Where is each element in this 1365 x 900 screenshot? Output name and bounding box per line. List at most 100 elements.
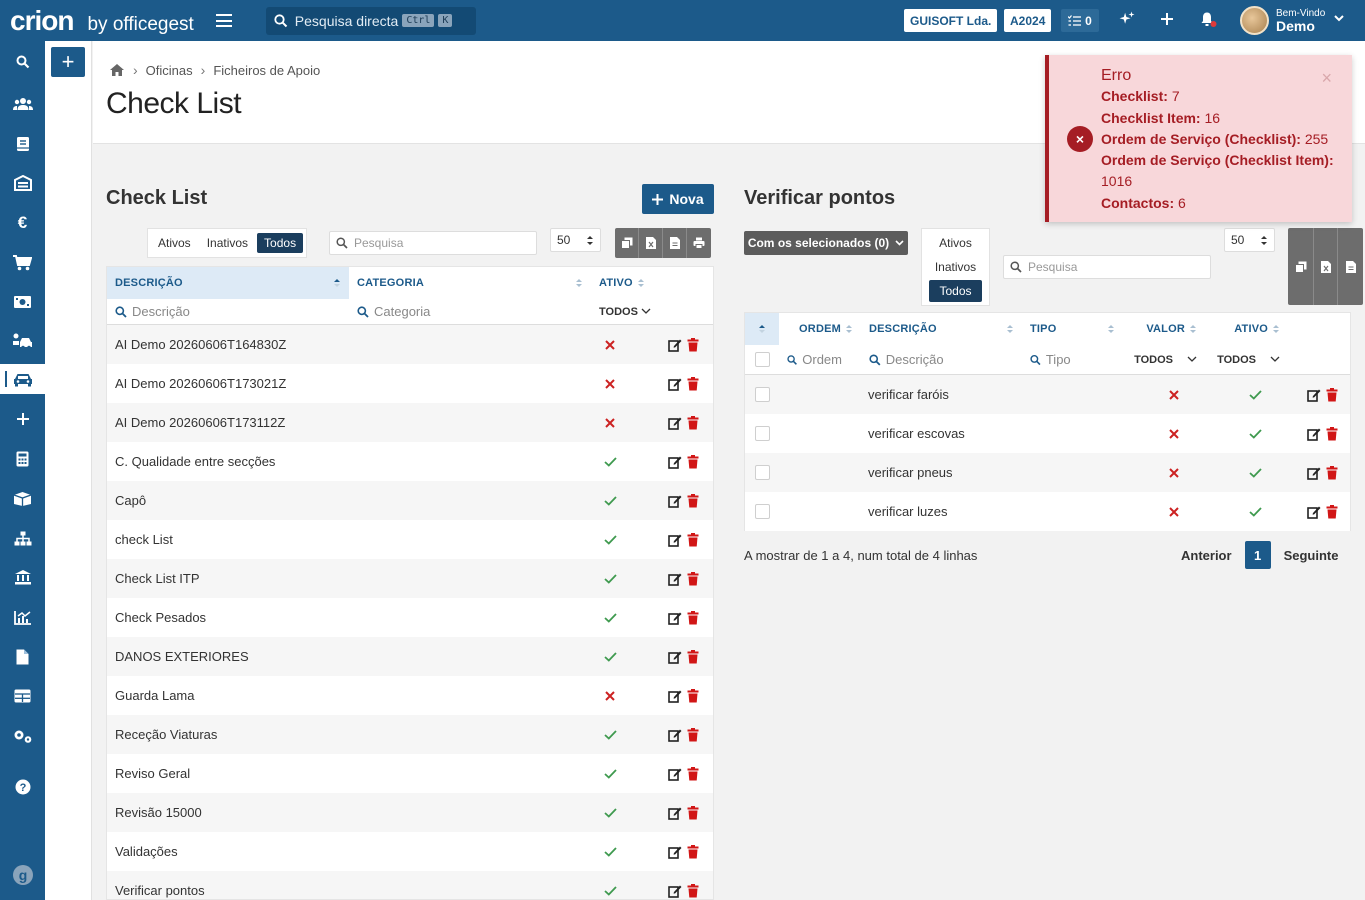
edit-icon[interactable] bbox=[668, 455, 682, 469]
copy-button[interactable] bbox=[1288, 228, 1314, 305]
pagination-previous[interactable]: Anterior bbox=[1181, 548, 1232, 563]
col-valor[interactable]: VALOR bbox=[1123, 313, 1205, 345]
edit-button[interactable] bbox=[668, 572, 682, 586]
table-row[interactable]: Reviso Geral bbox=[107, 754, 713, 793]
menu-toggle-icon[interactable] bbox=[215, 14, 232, 27]
edit-icon[interactable] bbox=[668, 338, 682, 352]
table-row[interactable]: Check Pesados bbox=[107, 598, 713, 637]
edit-icon[interactable] bbox=[668, 884, 682, 898]
delete-icon[interactable] bbox=[687, 493, 699, 508]
edit-button[interactable] bbox=[668, 416, 682, 430]
table-row[interactable]: Guarda Lama bbox=[107, 676, 713, 715]
delete-button[interactable] bbox=[1326, 426, 1338, 441]
excel-button[interactable] bbox=[639, 228, 663, 258]
table-row[interactable]: verificar escovas bbox=[745, 414, 1350, 453]
sidebar-hierarchy-icon[interactable] bbox=[0, 523, 45, 553]
edit-button[interactable] bbox=[668, 533, 682, 547]
edit-button[interactable] bbox=[668, 689, 682, 703]
edit-icon[interactable] bbox=[668, 728, 682, 742]
right-search-input[interactable] bbox=[1028, 260, 1198, 274]
excel-button[interactable] bbox=[1314, 228, 1338, 305]
global-search[interactable]: Pesquisa directa Ctrl K bbox=[265, 6, 476, 35]
delete-button[interactable] bbox=[1326, 504, 1338, 519]
edit-button[interactable] bbox=[668, 806, 682, 820]
delete-button[interactable] bbox=[687, 688, 699, 703]
delete-icon[interactable] bbox=[687, 688, 699, 703]
delete-button[interactable] bbox=[687, 766, 699, 781]
edit-button[interactable] bbox=[668, 728, 682, 742]
edit-button[interactable] bbox=[668, 767, 682, 781]
table-row[interactable]: Capô bbox=[107, 481, 713, 520]
sidebar-chart-icon[interactable] bbox=[0, 602, 45, 632]
sidebar-help-icon[interactable]: ? bbox=[0, 772, 45, 802]
filter-descricao-input[interactable] bbox=[132, 304, 336, 319]
sidebar-documents-icon[interactable] bbox=[0, 129, 45, 159]
row-checkbox[interactable] bbox=[754, 426, 770, 441]
edit-button[interactable] bbox=[668, 845, 682, 859]
sidebar-money-icon[interactable] bbox=[0, 287, 45, 317]
col-ativo[interactable]: ATIVO bbox=[591, 267, 653, 299]
edit-button[interactable] bbox=[1307, 505, 1321, 519]
table-row[interactable]: verificar pneus bbox=[745, 453, 1350, 492]
sidebar-settings-icon[interactable] bbox=[0, 721, 45, 751]
filter-ativo-select[interactable]: TODOS bbox=[599, 306, 651, 318]
edit-button[interactable] bbox=[668, 611, 682, 625]
table-row[interactable]: check List bbox=[107, 520, 713, 559]
delete-button[interactable] bbox=[687, 610, 699, 625]
edit-icon[interactable] bbox=[1307, 388, 1321, 402]
year-selector[interactable]: A2024 bbox=[1004, 9, 1052, 32]
copy-button[interactable] bbox=[615, 228, 639, 258]
delete-icon[interactable] bbox=[687, 610, 699, 625]
delete-button[interactable] bbox=[687, 532, 699, 547]
sidebar-file-icon[interactable] bbox=[0, 642, 45, 672]
delete-icon[interactable] bbox=[687, 337, 699, 352]
right-page-size-select[interactable]: 50 bbox=[1224, 228, 1275, 252]
filter-todos[interactable]: Todos bbox=[929, 280, 982, 302]
row-checkbox[interactable] bbox=[754, 387, 770, 402]
filter-descricao[interactable] bbox=[107, 299, 349, 324]
right-search-field[interactable] bbox=[1003, 255, 1211, 279]
edit-button[interactable] bbox=[668, 338, 682, 352]
delete-button[interactable] bbox=[687, 844, 699, 859]
add-icon[interactable] bbox=[1160, 11, 1174, 27]
sidebar-boxes-icon[interactable] bbox=[0, 483, 45, 513]
col-ativo[interactable]: ATIVO bbox=[1205, 313, 1288, 345]
new-checklist-button[interactable]: Nova bbox=[642, 184, 714, 214]
bulk-actions-button[interactable]: Com os selecionados (0) bbox=[744, 231, 908, 255]
table-row[interactable]: AI Demo 20260606T173021Z bbox=[107, 364, 713, 403]
left-page-size-select[interactable]: 50 bbox=[550, 228, 601, 252]
edit-icon[interactable] bbox=[668, 845, 682, 859]
delete-button[interactable] bbox=[1326, 387, 1338, 402]
edit-button[interactable] bbox=[668, 884, 682, 898]
sidebar-workshop-icon[interactable] bbox=[0, 364, 45, 394]
delete-icon[interactable] bbox=[687, 415, 699, 430]
delete-button[interactable] bbox=[687, 727, 699, 742]
delete-button[interactable] bbox=[687, 883, 699, 898]
home-icon[interactable] bbox=[109, 63, 125, 77]
filter-inativos[interactable]: Inativos bbox=[929, 256, 982, 278]
delete-icon[interactable] bbox=[687, 532, 699, 547]
quick-add-button[interactable]: + bbox=[51, 47, 85, 77]
edit-icon[interactable] bbox=[668, 689, 682, 703]
filter-ativos[interactable]: Ativos bbox=[151, 233, 198, 253]
sidebar-search-icon[interactable] bbox=[0, 47, 45, 77]
select-all-checkbox[interactable] bbox=[754, 352, 770, 367]
breadcrumb-item-oficinas[interactable]: Oficinas bbox=[146, 63, 193, 78]
table-row[interactable]: verificar luzes bbox=[745, 492, 1350, 531]
filter-ordem-input[interactable] bbox=[802, 352, 853, 367]
edit-icon[interactable] bbox=[668, 767, 682, 781]
filter-descricao[interactable] bbox=[861, 345, 1022, 374]
delete-icon[interactable] bbox=[687, 766, 699, 781]
avatar[interactable] bbox=[1240, 6, 1269, 35]
row-checkbox[interactable] bbox=[754, 504, 770, 519]
filter-categoria[interactable] bbox=[349, 299, 591, 324]
sidebar-table-icon[interactable] bbox=[0, 681, 45, 711]
sidebar-bank-icon[interactable] bbox=[0, 562, 45, 592]
filter-tipo[interactable] bbox=[1022, 345, 1123, 374]
delete-icon[interactable] bbox=[687, 571, 699, 586]
pagination-page-current[interactable]: 1 bbox=[1244, 541, 1271, 569]
left-search-field[interactable] bbox=[329, 231, 537, 255]
filter-ativo[interactable]: TODOS bbox=[591, 299, 661, 324]
left-search-input[interactable] bbox=[354, 236, 524, 250]
table-row[interactable]: C. Qualidade entre secções bbox=[107, 442, 713, 481]
